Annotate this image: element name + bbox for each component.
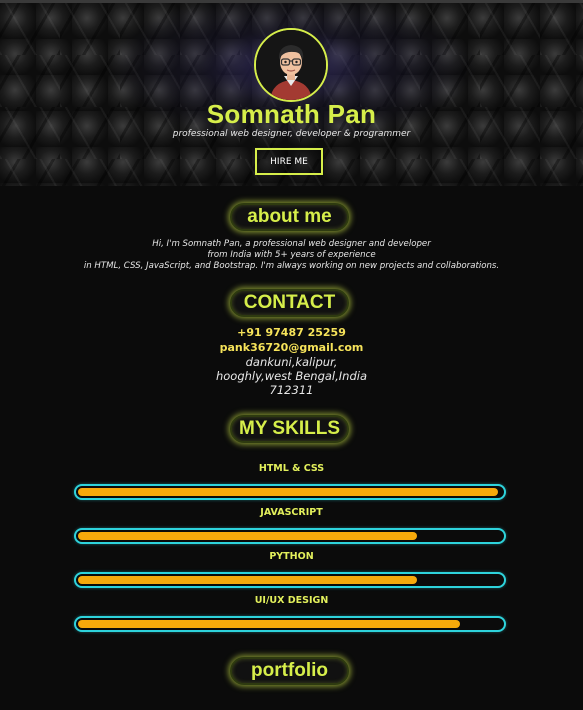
about-line-2: from India with 5+ years of experience: [207, 250, 376, 260]
skill-bar-fill: [78, 488, 498, 496]
profile-name: Somnath Pan: [206, 99, 377, 129]
skill-label-javascript: JAVASCRIPT: [260, 507, 323, 518]
skill-bar-fill: [78, 532, 417, 540]
profile-tagline: professional web designer, developer & p…: [172, 129, 411, 139]
hero-banner: Somnath Pan professional web designer, d…: [0, 3, 583, 186]
skill-label-python: PYTHON: [269, 551, 314, 562]
portfolio-heading: portfolio: [230, 657, 349, 685]
skill-bar-html-css: [74, 484, 506, 500]
contact-address-line-2: hooghly,west Bengal,India: [215, 369, 368, 383]
contact-email[interactable]: pank36720@gmail.com: [0, 341, 583, 354]
about-line-1: Hi, I'm Somnath Pan, a professional web …: [152, 239, 431, 249]
skill-label-uiux: UI/UX DESIGN: [254, 595, 329, 606]
skill-bar-fill: [78, 576, 417, 584]
about-line-3: in HTML, CSS, JavaScript, and Bootstrap.…: [83, 261, 500, 271]
skill-label-html-css: HTML & CSS: [258, 463, 325, 474]
avatar: [254, 28, 328, 102]
skill-bar-uiux: [74, 616, 506, 632]
about-heading: about me: [230, 203, 349, 231]
skill-bar-fill: [78, 620, 460, 628]
contact-heading: CONTACT: [230, 289, 349, 317]
skill-bar-python: [74, 572, 506, 588]
about-text: Hi, I'm Somnath Pan, a professional web …: [0, 239, 583, 272]
contact-phone[interactable]: +91 97487 25259: [0, 326, 583, 339]
avatar-illustration: [256, 30, 326, 100]
hire-me-button[interactable]: HIRE ME: [255, 148, 323, 175]
contact-address-line-1: dankuni,kalipur,: [245, 355, 338, 369]
contact-address-line-3: 712311: [269, 383, 314, 397]
skill-bar-javascript: [74, 528, 506, 544]
skills-heading: MY SKILLS: [230, 415, 349, 443]
